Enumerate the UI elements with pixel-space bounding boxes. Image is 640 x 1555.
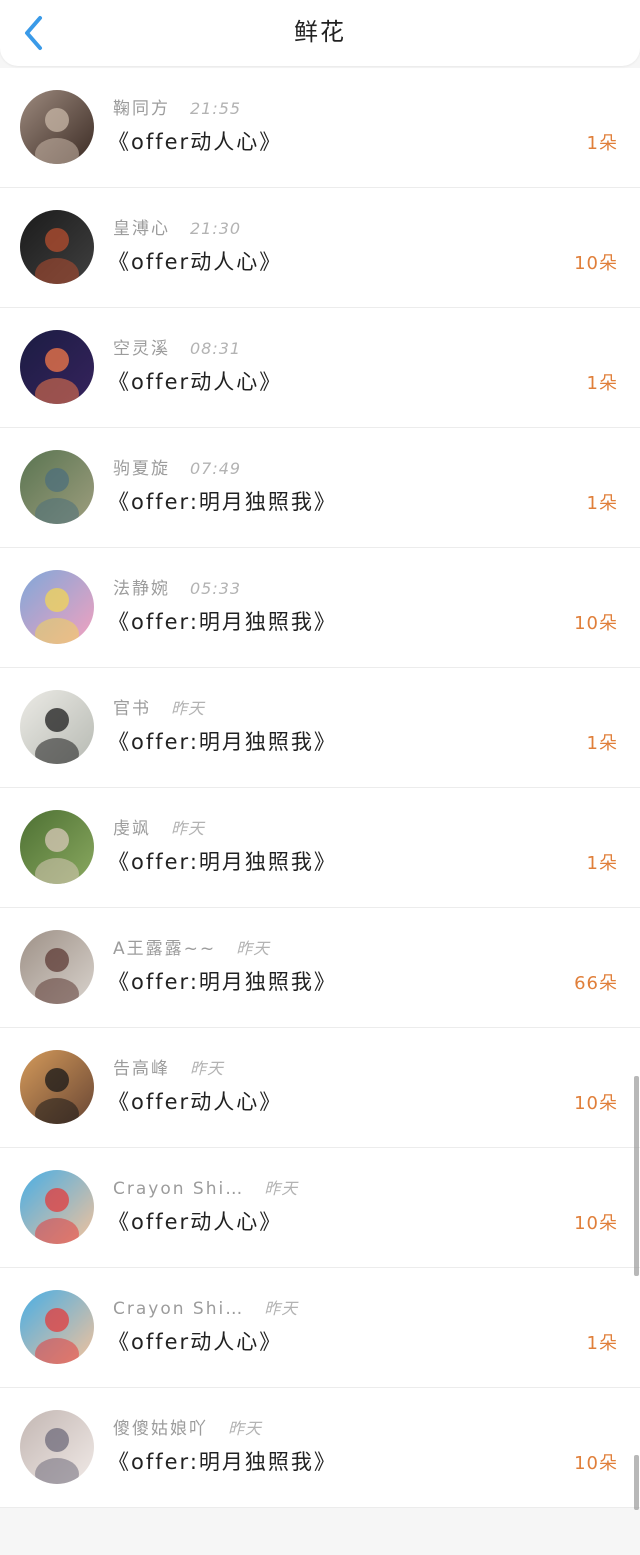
list-item[interactable]: 傻傻姑娘吖 昨天《offer:明月独照我》 10朵: [0, 1388, 640, 1508]
sender-meta: 傻傻姑娘吖 昨天: [113, 1415, 262, 1443]
sender-name: 法静婉: [113, 579, 170, 599]
flower-count: 1朵: [586, 373, 618, 394]
sender-name: 皇溥心: [113, 219, 170, 239]
avatar[interactable]: [20, 1410, 94, 1484]
page-title: 鲜花: [294, 18, 346, 46]
flower-count: 10朵: [574, 253, 618, 274]
flower-count: 1朵: [586, 1333, 618, 1354]
list-item[interactable]: 鞠同方 21:55 《offer动人心》 1朵: [0, 68, 640, 188]
list-item[interactable]: 官书 昨天《offer:明月独照我》 1朵: [0, 668, 640, 788]
send-time: 21:55: [190, 99, 242, 118]
sender-meta: 鞠同方 21:55: [113, 95, 241, 123]
send-time: 05:33: [190, 579, 242, 598]
send-time: 21:30: [190, 219, 242, 238]
sender-name: Crayon Shi…: [113, 1299, 245, 1319]
list-item[interactable]: 空灵溪 08:31 《offer动人心》 1朵: [0, 308, 640, 428]
top-bar: 鲜花: [0, 0, 640, 66]
sender-meta: 空灵溪 08:31: [113, 335, 241, 363]
book-title: 《offer:明月独照我》: [108, 490, 337, 514]
sender-name: A王露露~~: [113, 939, 217, 959]
book-title: 《offer:明月独照我》: [108, 610, 337, 634]
flower-count: 1朵: [586, 133, 618, 154]
sender-name: 空灵溪: [113, 339, 170, 359]
sender-meta: 虔飒 昨天: [113, 815, 205, 843]
flower-count: 66朵: [574, 973, 618, 994]
avatar[interactable]: [20, 330, 94, 404]
avatar[interactable]: [20, 1050, 94, 1124]
flower-count: 1朵: [586, 733, 618, 754]
scrollbar-thumb-lower[interactable]: [634, 1455, 639, 1510]
send-time: 昨天: [236, 939, 271, 958]
send-time: 昨天: [171, 699, 206, 718]
gift-list: 鞠同方 21:55 《offer动人心》 1朵 皇溥心 21:30 《offer动人心》 10…: [0, 68, 640, 1508]
list-item[interactable]: Crayon Shi… 昨天《offer动人心》 10朵: [0, 1148, 640, 1268]
send-time: 昨天: [264, 1299, 299, 1318]
flower-count: 10朵: [574, 1213, 618, 1234]
list-item[interactable]: 法静婉 05:33 《offer:明月独照我》 10朵: [0, 548, 640, 668]
send-time: 昨天: [190, 1059, 225, 1078]
sender-name: 虔飒: [113, 819, 151, 839]
book-title: 《offer:明月独照我》: [108, 970, 337, 994]
avatar[interactable]: [20, 210, 94, 284]
flower-count: 10朵: [574, 613, 618, 634]
sender-name: 告高峰: [113, 1059, 170, 1079]
sender-meta: 法静婉 05:33: [113, 575, 241, 603]
send-time: 昨天: [171, 819, 206, 838]
avatar[interactable]: [20, 450, 94, 524]
list-item[interactable]: A王露露~~ 昨天《offer:明月独照我》 66朵: [0, 908, 640, 1028]
scrollbar-thumb[interactable]: [634, 1076, 639, 1276]
avatar[interactable]: [20, 90, 94, 164]
list-item[interactable]: 虔飒 昨天《offer:明月独照我》 1朵: [0, 788, 640, 908]
avatar[interactable]: [20, 1290, 94, 1364]
send-time: 07:49: [190, 459, 242, 478]
avatar[interactable]: [20, 810, 94, 884]
avatar[interactable]: [20, 570, 94, 644]
send-time: 08:31: [190, 339, 242, 358]
list-item[interactable]: Crayon Shi… 昨天《offer动人心》 1朵: [0, 1268, 640, 1388]
list-item[interactable]: 驹夏旋 07:49 《offer:明月独照我》 1朵: [0, 428, 640, 548]
flower-count: 10朵: [574, 1453, 618, 1474]
sender-meta: 告高峰 昨天: [113, 1055, 224, 1083]
sender-meta: Crayon Shi… 昨天: [113, 1295, 298, 1323]
sender-meta: 官书 昨天: [113, 695, 205, 723]
sender-name: 傻傻姑娘吖: [113, 1419, 208, 1439]
sender-name: Crayon Shi…: [113, 1179, 245, 1199]
list-item[interactable]: 告高峰 昨天《offer动人心》 10朵: [0, 1028, 640, 1148]
book-title: 《offer:明月独照我》: [108, 850, 337, 874]
flower-count: 10朵: [574, 1093, 618, 1114]
avatar[interactable]: [20, 690, 94, 764]
send-time: 昨天: [264, 1179, 299, 1198]
book-title: 《offer动人心》: [108, 130, 283, 154]
sender-meta: 皇溥心 21:30: [113, 215, 241, 243]
sender-name: 驹夏旋: [113, 459, 170, 479]
list-item[interactable]: 皇溥心 21:30 《offer动人心》 10朵: [0, 188, 640, 308]
sender-name: 鞠同方: [113, 99, 170, 119]
sender-meta: Crayon Shi… 昨天: [113, 1175, 298, 1203]
book-title: 《offer动人心》: [108, 1210, 283, 1234]
avatar[interactable]: [20, 1170, 94, 1244]
book-title: 《offer动人心》: [108, 1330, 283, 1354]
book-title: 《offer动人心》: [108, 1090, 283, 1114]
book-title: 《offer动人心》: [108, 370, 283, 394]
flower-count: 1朵: [586, 853, 618, 874]
book-title: 《offer动人心》: [108, 250, 283, 274]
book-title: 《offer:明月独照我》: [108, 1450, 337, 1474]
avatar[interactable]: [20, 930, 94, 1004]
sender-meta: A王露露~~ 昨天: [113, 935, 270, 963]
sender-meta: 驹夏旋 07:49: [113, 455, 241, 483]
flower-count: 1朵: [586, 493, 618, 514]
book-title: 《offer:明月独照我》: [108, 730, 337, 754]
send-time: 昨天: [228, 1419, 263, 1438]
sender-name: 官书: [113, 699, 151, 719]
